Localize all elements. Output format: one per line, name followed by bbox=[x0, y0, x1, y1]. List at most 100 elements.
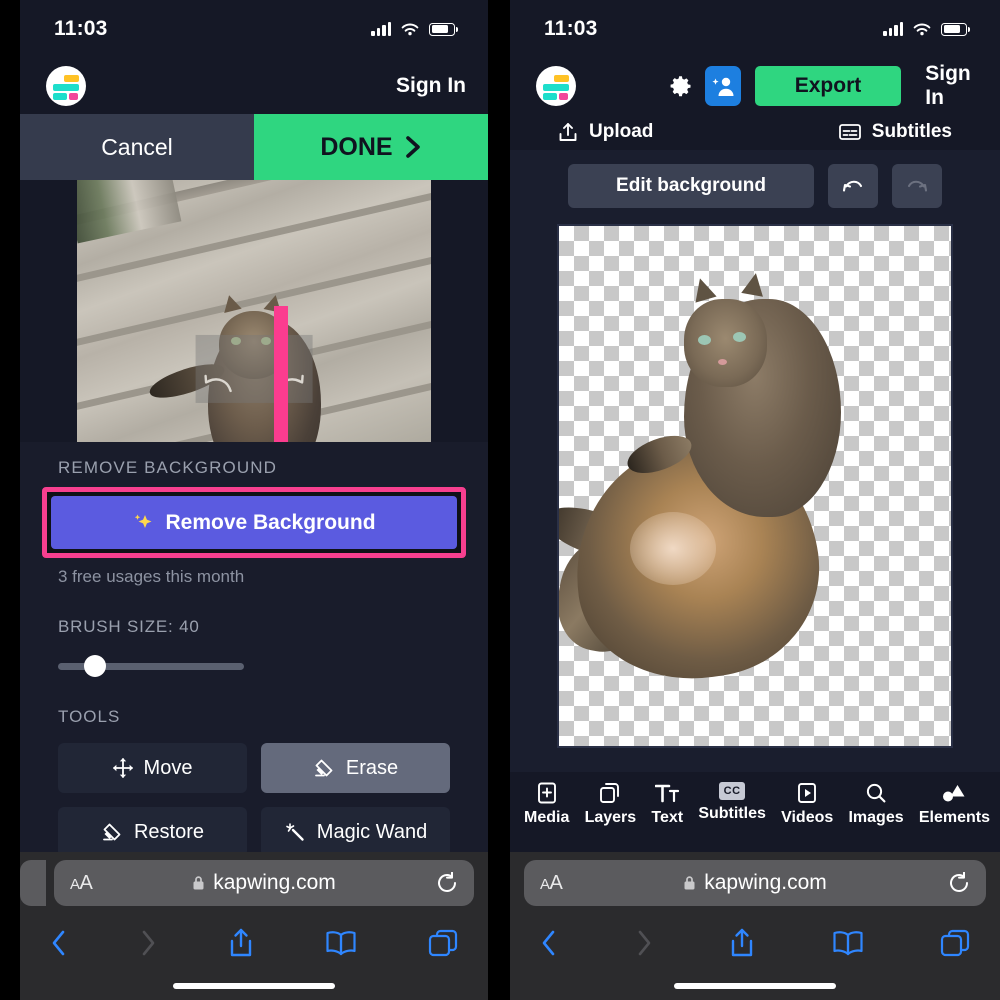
shapes-icon bbox=[943, 785, 965, 802]
safari-toolbar bbox=[20, 914, 488, 972]
lock-icon bbox=[684, 876, 695, 890]
book-icon[interactable] bbox=[325, 930, 357, 956]
chevron-right-icon bbox=[142, 930, 155, 956]
upload-button[interactable]: Upload bbox=[558, 121, 653, 143]
status-indicators bbox=[883, 22, 970, 37]
cat-cutout-head bbox=[684, 298, 767, 388]
tab-layers[interactable]: Layers bbox=[585, 782, 636, 827]
remove-background-highlight: Remove Background bbox=[42, 487, 466, 558]
brush-size-label: BRUSH SIZE: 40 bbox=[58, 617, 200, 636]
reload-icon[interactable] bbox=[436, 872, 458, 894]
sign-in-link[interactable]: Sign In bbox=[396, 74, 466, 98]
url-display: kapwing.com bbox=[54, 871, 474, 895]
sparkles-icon bbox=[135, 514, 152, 528]
layers-icon bbox=[600, 783, 620, 803]
redo-button bbox=[891, 164, 942, 208]
tab-subtitles[interactable]: CC Subtitles bbox=[698, 782, 766, 823]
editor-action-bar: Cancel DONE bbox=[20, 114, 488, 180]
url-display: kapwing.com bbox=[524, 871, 986, 895]
tab-videos[interactable]: Videos bbox=[781, 782, 833, 827]
cat-cutout-belly-highlight bbox=[629, 512, 716, 585]
bottom-app-tabs: Media Layers Text CC Subtitles Videos Im… bbox=[510, 772, 1000, 834]
remove-background-section-label: REMOVE BACKGROUND bbox=[58, 458, 277, 477]
media-add-icon bbox=[537, 782, 556, 804]
tab-media[interactable]: Media bbox=[524, 782, 569, 827]
tabs-icon[interactable] bbox=[428, 929, 458, 957]
chevron-left-icon[interactable] bbox=[50, 928, 68, 958]
safari-address-bar[interactable]: AA kapwing.com bbox=[54, 860, 474, 906]
book-icon[interactable] bbox=[832, 930, 864, 956]
eraser-icon bbox=[103, 823, 121, 841]
text-icon bbox=[655, 784, 680, 803]
kapwing-logo-icon[interactable] bbox=[536, 66, 576, 106]
cat-cutout-ear bbox=[689, 275, 717, 303]
status-clock: 11:03 bbox=[544, 17, 598, 40]
reload-icon[interactable] bbox=[948, 872, 970, 894]
subtitles-label: Subtitles bbox=[871, 121, 952, 142]
done-button[interactable]: DONE bbox=[254, 114, 488, 180]
upload-label: Upload bbox=[589, 121, 654, 142]
tab-elements[interactable]: Elements bbox=[919, 782, 990, 827]
lock-icon bbox=[193, 876, 204, 890]
tab-text[interactable]: Text bbox=[651, 782, 683, 827]
preview-canvas bbox=[77, 180, 431, 442]
tool-label: Move bbox=[143, 756, 193, 779]
text-size-button[interactable]: AA bbox=[540, 872, 563, 895]
sign-in-link[interactable]: Sign In bbox=[925, 62, 982, 110]
tool-restore-button[interactable]: Restore bbox=[58, 807, 247, 857]
wifi-icon bbox=[401, 23, 419, 35]
export-button[interactable]: Export bbox=[754, 66, 902, 106]
battery-icon bbox=[941, 22, 970, 36]
video-icon bbox=[798, 783, 817, 803]
gear-icon[interactable] bbox=[670, 73, 691, 99]
collaborate-button[interactable] bbox=[705, 66, 741, 106]
tab-images[interactable]: Images bbox=[848, 782, 904, 827]
cancel-button[interactable]: Cancel bbox=[20, 114, 254, 180]
tab-label: Videos bbox=[781, 809, 834, 826]
tools-grid: Move Erase Restore Magic Wand bbox=[58, 743, 450, 857]
share-icon[interactable] bbox=[228, 928, 254, 958]
brush-size-slider[interactable] bbox=[58, 655, 244, 677]
tool-magic-wand-button[interactable]: Magic Wand bbox=[261, 807, 450, 857]
subtitles-icon bbox=[838, 124, 861, 140]
right-sub-nav: Upload Subtitles bbox=[510, 114, 1000, 150]
canvas-area bbox=[510, 224, 1000, 772]
wifi-icon bbox=[913, 23, 931, 35]
magic-wand-icon bbox=[285, 823, 304, 841]
safari-address-bar[interactable]: AA kapwing.com bbox=[524, 860, 986, 906]
add-person-icon bbox=[712, 77, 734, 96]
slider-knob[interactable] bbox=[84, 655, 106, 677]
cat-cutout-nose bbox=[717, 358, 727, 365]
remove-background-editor: REMOVE BACKGROUND Remove Background 3 fr… bbox=[20, 442, 488, 857]
chevron-left-icon[interactable] bbox=[540, 928, 558, 958]
kapwing-logo-icon[interactable] bbox=[46, 66, 86, 106]
remove-background-button[interactable]: Remove Background bbox=[51, 496, 457, 549]
pink-down-arrow-annotation bbox=[274, 305, 289, 442]
safari-bottom-chrome: AA kapwing.com bbox=[510, 852, 1000, 1000]
search-icon bbox=[866, 783, 886, 803]
edit-background-button[interactable]: Edit background bbox=[568, 164, 814, 208]
left-phone-screenshot: 11:03 Sign In Cancel DONE REMOVE BACKGRO… bbox=[20, 0, 488, 1000]
tab-label: Images bbox=[848, 809, 904, 826]
tools-section-label: TOOLS bbox=[58, 707, 121, 726]
tool-label: Erase bbox=[345, 756, 399, 779]
subtitles-button[interactable]: Subtitles bbox=[838, 121, 952, 143]
redo-arrow-icon bbox=[907, 180, 928, 192]
rotate-left-icon[interactable] bbox=[204, 373, 234, 395]
free-usage-note: 3 free usages this month bbox=[58, 567, 245, 586]
text-size-button[interactable]: AA bbox=[70, 872, 93, 895]
tool-label: Magic Wand bbox=[316, 820, 428, 843]
right-phone-screenshot: 11:03 Export Sign In Upload Subtitles Ed… bbox=[510, 0, 1000, 1000]
left-app-nav: Sign In bbox=[20, 58, 488, 114]
share-icon[interactable] bbox=[729, 928, 755, 958]
status-clock: 11:03 bbox=[54, 17, 108, 40]
tabs-icon[interactable] bbox=[940, 929, 970, 957]
transparency-canvas[interactable] bbox=[557, 224, 953, 748]
undo-button[interactable] bbox=[827, 164, 878, 208]
tool-move-button[interactable]: Move bbox=[58, 743, 247, 793]
adjacent-tab-stub[interactable] bbox=[20, 860, 46, 906]
image-preview[interactable] bbox=[20, 180, 488, 442]
tool-erase-button[interactable]: Erase bbox=[261, 743, 450, 793]
done-label: DONE bbox=[320, 132, 393, 161]
url-text: kapwing.com bbox=[704, 871, 827, 894]
